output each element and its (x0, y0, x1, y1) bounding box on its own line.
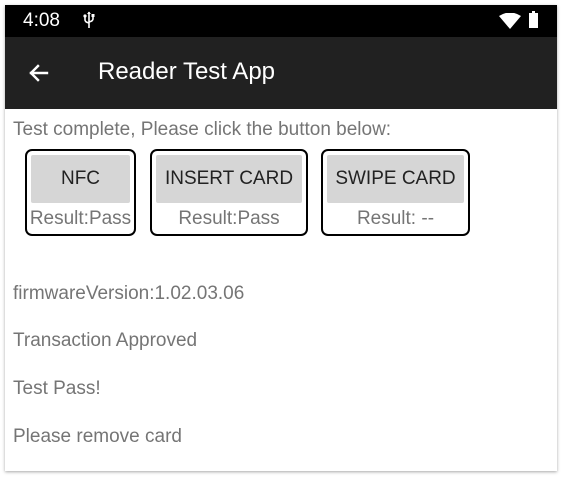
battery-icon (529, 11, 538, 28)
app-window: 4:08 Reader Test App Test complete, Plea… (5, 5, 557, 471)
transaction-status: Transaction Approved (13, 330, 198, 351)
insert-card-card: INSERT CARD Result:Pass (150, 149, 308, 236)
firmware-version: firmwareVersion:1.02.03.06 (13, 283, 245, 304)
status-time: 4:08 (23, 10, 60, 31)
app-title: Reader Test App (98, 58, 276, 85)
nfc-button[interactable]: NFC (31, 155, 130, 203)
insert-card-button[interactable]: INSERT CARD (156, 155, 302, 203)
test-status: Test Pass! (13, 378, 101, 399)
status-bar: 4:08 (5, 5, 557, 37)
main-content: Test complete, Please click the button b… (5, 109, 557, 471)
nfc-card: NFC Result:Pass (25, 149, 136, 236)
swipe-card-button[interactable]: SWIPE CARD (327, 155, 464, 203)
swipe-card-result: Result: -- (356, 208, 435, 229)
usb-icon (83, 11, 95, 28)
arrow-back-icon[interactable] (27, 61, 51, 85)
remove-card-prompt: Please remove card (13, 426, 182, 447)
swipe-card-card: SWIPE CARD Result: -- (321, 149, 470, 236)
wifi-icon (499, 13, 521, 29)
instruction-text: Test complete, Please click the button b… (13, 119, 392, 140)
insert-card-result: Result:Pass (178, 208, 280, 229)
app-bar: Reader Test App (5, 37, 557, 109)
nfc-result: Result:Pass (29, 208, 132, 229)
